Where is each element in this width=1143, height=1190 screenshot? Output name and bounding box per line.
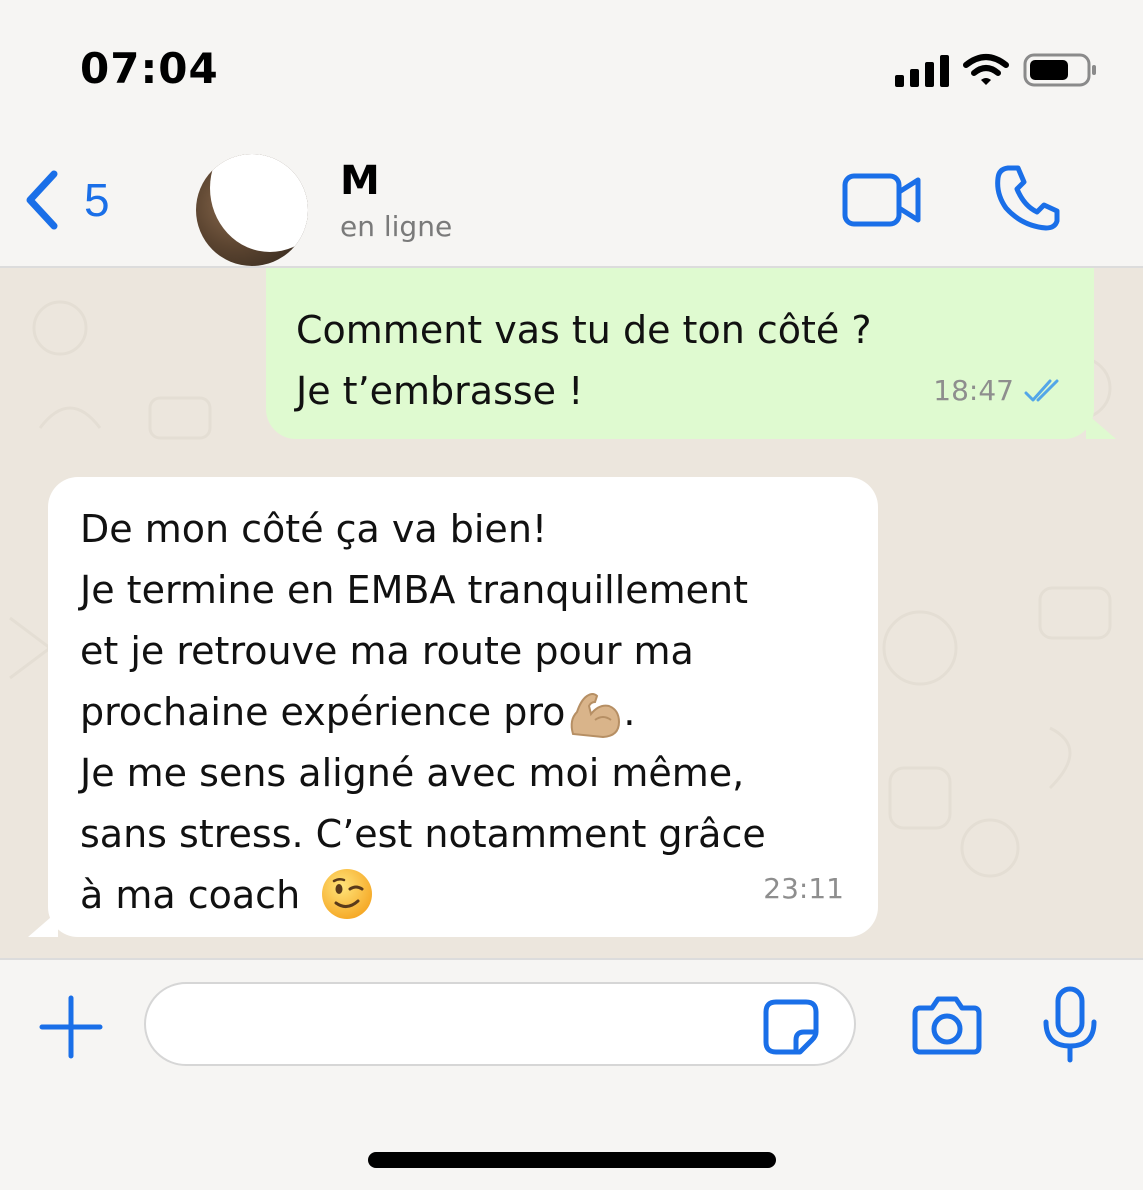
message-meta: 18:47 (933, 360, 1064, 421)
status-time: 07:04 (80, 44, 219, 93)
message-time: 18:47 (933, 374, 1014, 407)
chat-header: 5 M en ligne (0, 140, 1143, 268)
message-incoming[interactable]: De mon côté ça va bien! Je termine en EM… (28, 477, 878, 937)
winking-face-emoji (322, 868, 373, 919)
message-text: . (623, 690, 636, 734)
message-input[interactable] (144, 982, 856, 1066)
microphone-button[interactable] (1040, 986, 1100, 1069)
message-text-line-with-emoji: à ma coach (80, 865, 848, 926)
status-bar: 07:04 (0, 0, 1143, 140)
camera-button[interactable] (912, 994, 982, 1061)
battery-icon (1023, 53, 1096, 87)
flexed-biceps-emoji (571, 692, 621, 738)
message-text-line: De mon côté ça va bien! (80, 507, 548, 551)
camera-icon (912, 996, 982, 1055)
video-call-button[interactable] (842, 172, 922, 233)
message-text-line: Je termine en EMBA tranquillement (80, 568, 749, 612)
message-text-line: sans stress. C’est notamment grâce (80, 812, 766, 856)
home-indicator[interactable] (368, 1152, 776, 1168)
microphone-icon (1043, 986, 1097, 1063)
status-icons (895, 50, 1099, 90)
chat-area[interactable]: Comment vas tu de ton côté ? Je t’embras… (0, 268, 1143, 958)
message-text-line: et je retrouve ma route pour ma (80, 629, 694, 673)
message-meta: 23:11 (763, 858, 844, 919)
contact-name[interactable]: M (340, 158, 380, 204)
plus-icon (39, 995, 103, 1059)
avatar[interactable] (196, 154, 308, 266)
message-text: à ma coach (80, 873, 301, 917)
message-text-line: Je me sens aligné avec moi même, (80, 751, 745, 795)
message-time: 23:11 (763, 872, 844, 905)
wifi-icon (963, 54, 1009, 85)
message-text-line-with-emoji: prochaine expérience pro . (80, 682, 848, 743)
contact-status: en ligne (340, 210, 453, 243)
message-text-line: Comment vas tu de ton côté ? (296, 308, 872, 352)
attach-button[interactable] (38, 994, 104, 1065)
phone-icon (995, 165, 1060, 231)
message-text: prochaine expérience pro (80, 690, 566, 734)
sticker-icon (763, 999, 819, 1055)
chevron-left-icon (26, 170, 58, 230)
input-bar (0, 958, 1143, 1190)
video-call-icon (842, 173, 921, 227)
back-button[interactable]: 5 (22, 168, 110, 232)
message-outgoing[interactable]: Comment vas tu de ton côté ? Je t’embras… (266, 268, 1116, 439)
unread-count: 5 (84, 174, 110, 226)
double-check-icon (1024, 379, 1059, 401)
sticker-button[interactable] (762, 998, 820, 1061)
signal-icon (895, 53, 949, 87)
phone-call-button[interactable] (994, 164, 1060, 237)
